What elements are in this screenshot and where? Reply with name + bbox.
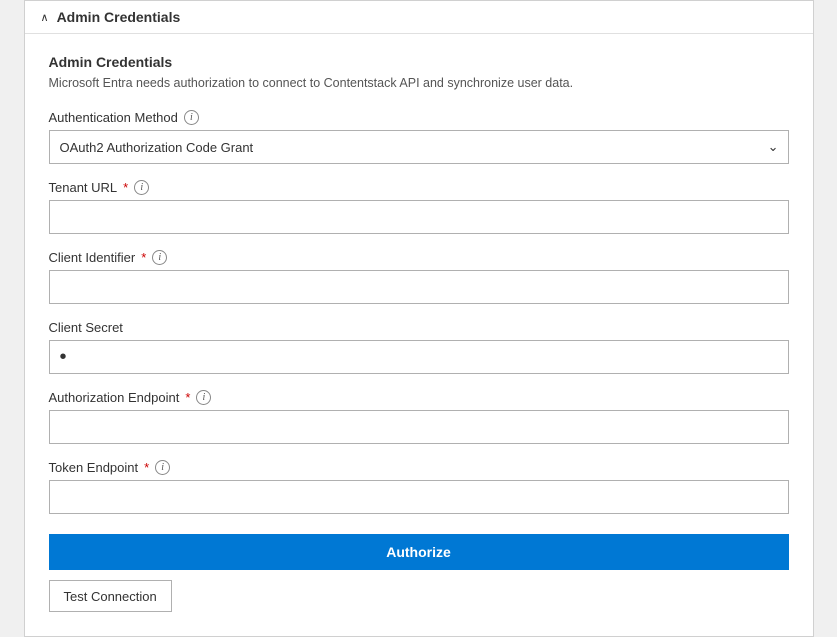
admin-credentials-panel: ∧ Admin Credentials Admin Credentials Mi… <box>24 0 814 637</box>
auth-method-group: Authentication Method i OAuth2 Authoriza… <box>49 110 789 164</box>
tenant-url-group: Tenant URL * i <box>49 180 789 234</box>
tenant-url-label: Tenant URL * i <box>49 180 789 195</box>
authorization-endpoint-label-text: Authorization Endpoint <box>49 390 180 405</box>
chevron-up-icon: ∧ <box>41 11 49 24</box>
token-endpoint-input[interactable] <box>49 480 789 514</box>
authorization-endpoint-info-icon[interactable]: i <box>196 390 211 405</box>
panel-header[interactable]: ∧ Admin Credentials <box>25 1 813 34</box>
client-identifier-input[interactable] <box>49 270 789 304</box>
panel-header-title: Admin Credentials <box>57 9 181 25</box>
tenant-url-input[interactable] <box>49 200 789 234</box>
client-identifier-label: Client Identifier * i <box>49 250 789 265</box>
auth-method-select[interactable]: OAuth2 Authorization Code Grant Basic Au… <box>49 130 789 164</box>
client-identifier-group: Client Identifier * i <box>49 250 789 304</box>
auth-method-label-text: Authentication Method <box>49 110 178 125</box>
client-identifier-required: * <box>141 250 146 265</box>
token-endpoint-group: Token Endpoint * i <box>49 460 789 514</box>
authorize-button[interactable]: Authorize <box>49 534 789 570</box>
auth-method-label: Authentication Method i <box>49 110 789 125</box>
tenant-url-required: * <box>123 180 128 195</box>
auth-method-info-icon[interactable]: i <box>184 110 199 125</box>
token-endpoint-required: * <box>144 460 149 475</box>
section-description: Microsoft Entra needs authorization to c… <box>49 76 789 90</box>
auth-method-select-wrapper: OAuth2 Authorization Code Grant Basic Au… <box>49 130 789 164</box>
authorization-endpoint-group: Authorization Endpoint * i <box>49 390 789 444</box>
section-title: Admin Credentials <box>49 54 789 70</box>
tenant-url-info-icon[interactable]: i <box>134 180 149 195</box>
authorization-endpoint-required: * <box>185 390 190 405</box>
client-identifier-label-text: Client Identifier <box>49 250 136 265</box>
client-secret-group: Client Secret <box>49 320 789 374</box>
client-secret-label-text: Client Secret <box>49 320 123 335</box>
token-endpoint-label: Token Endpoint * i <box>49 460 789 475</box>
panel-body: Admin Credentials Microsoft Entra needs … <box>25 34 813 636</box>
test-connection-button[interactable]: Test Connection <box>49 580 172 612</box>
client-identifier-info-icon[interactable]: i <box>152 250 167 265</box>
tenant-url-label-text: Tenant URL <box>49 180 118 195</box>
authorization-endpoint-input[interactable] <box>49 410 789 444</box>
authorization-endpoint-label: Authorization Endpoint * i <box>49 390 789 405</box>
token-endpoint-label-text: Token Endpoint <box>49 460 139 475</box>
client-secret-label: Client Secret <box>49 320 789 335</box>
token-endpoint-info-icon[interactable]: i <box>155 460 170 475</box>
client-secret-input[interactable] <box>49 340 789 374</box>
